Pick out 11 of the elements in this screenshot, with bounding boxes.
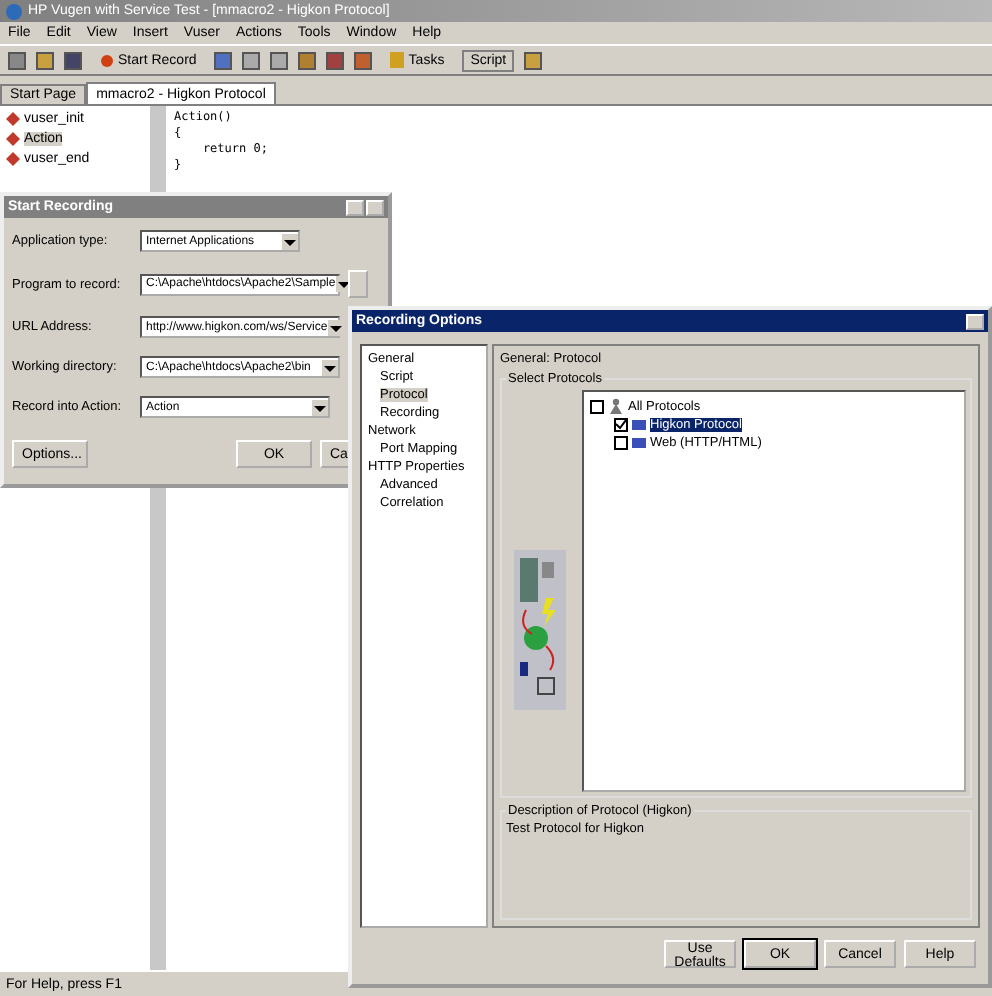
checkbox[interactable]	[590, 399, 604, 413]
dropdown-arrow-icon[interactable]	[282, 233, 298, 249]
toolbar-icon[interactable]	[524, 51, 543, 69]
dropdown-arrow-icon[interactable]	[322, 359, 338, 375]
dropdown-arrow-icon[interactable]	[312, 399, 328, 415]
checkbox[interactable]	[614, 418, 628, 432]
record-icon	[100, 53, 114, 67]
person-icon	[608, 398, 624, 414]
checkbox[interactable]	[614, 436, 628, 450]
dropdown-arrow-icon[interactable]	[327, 319, 344, 335]
app-icon	[6, 3, 22, 19]
